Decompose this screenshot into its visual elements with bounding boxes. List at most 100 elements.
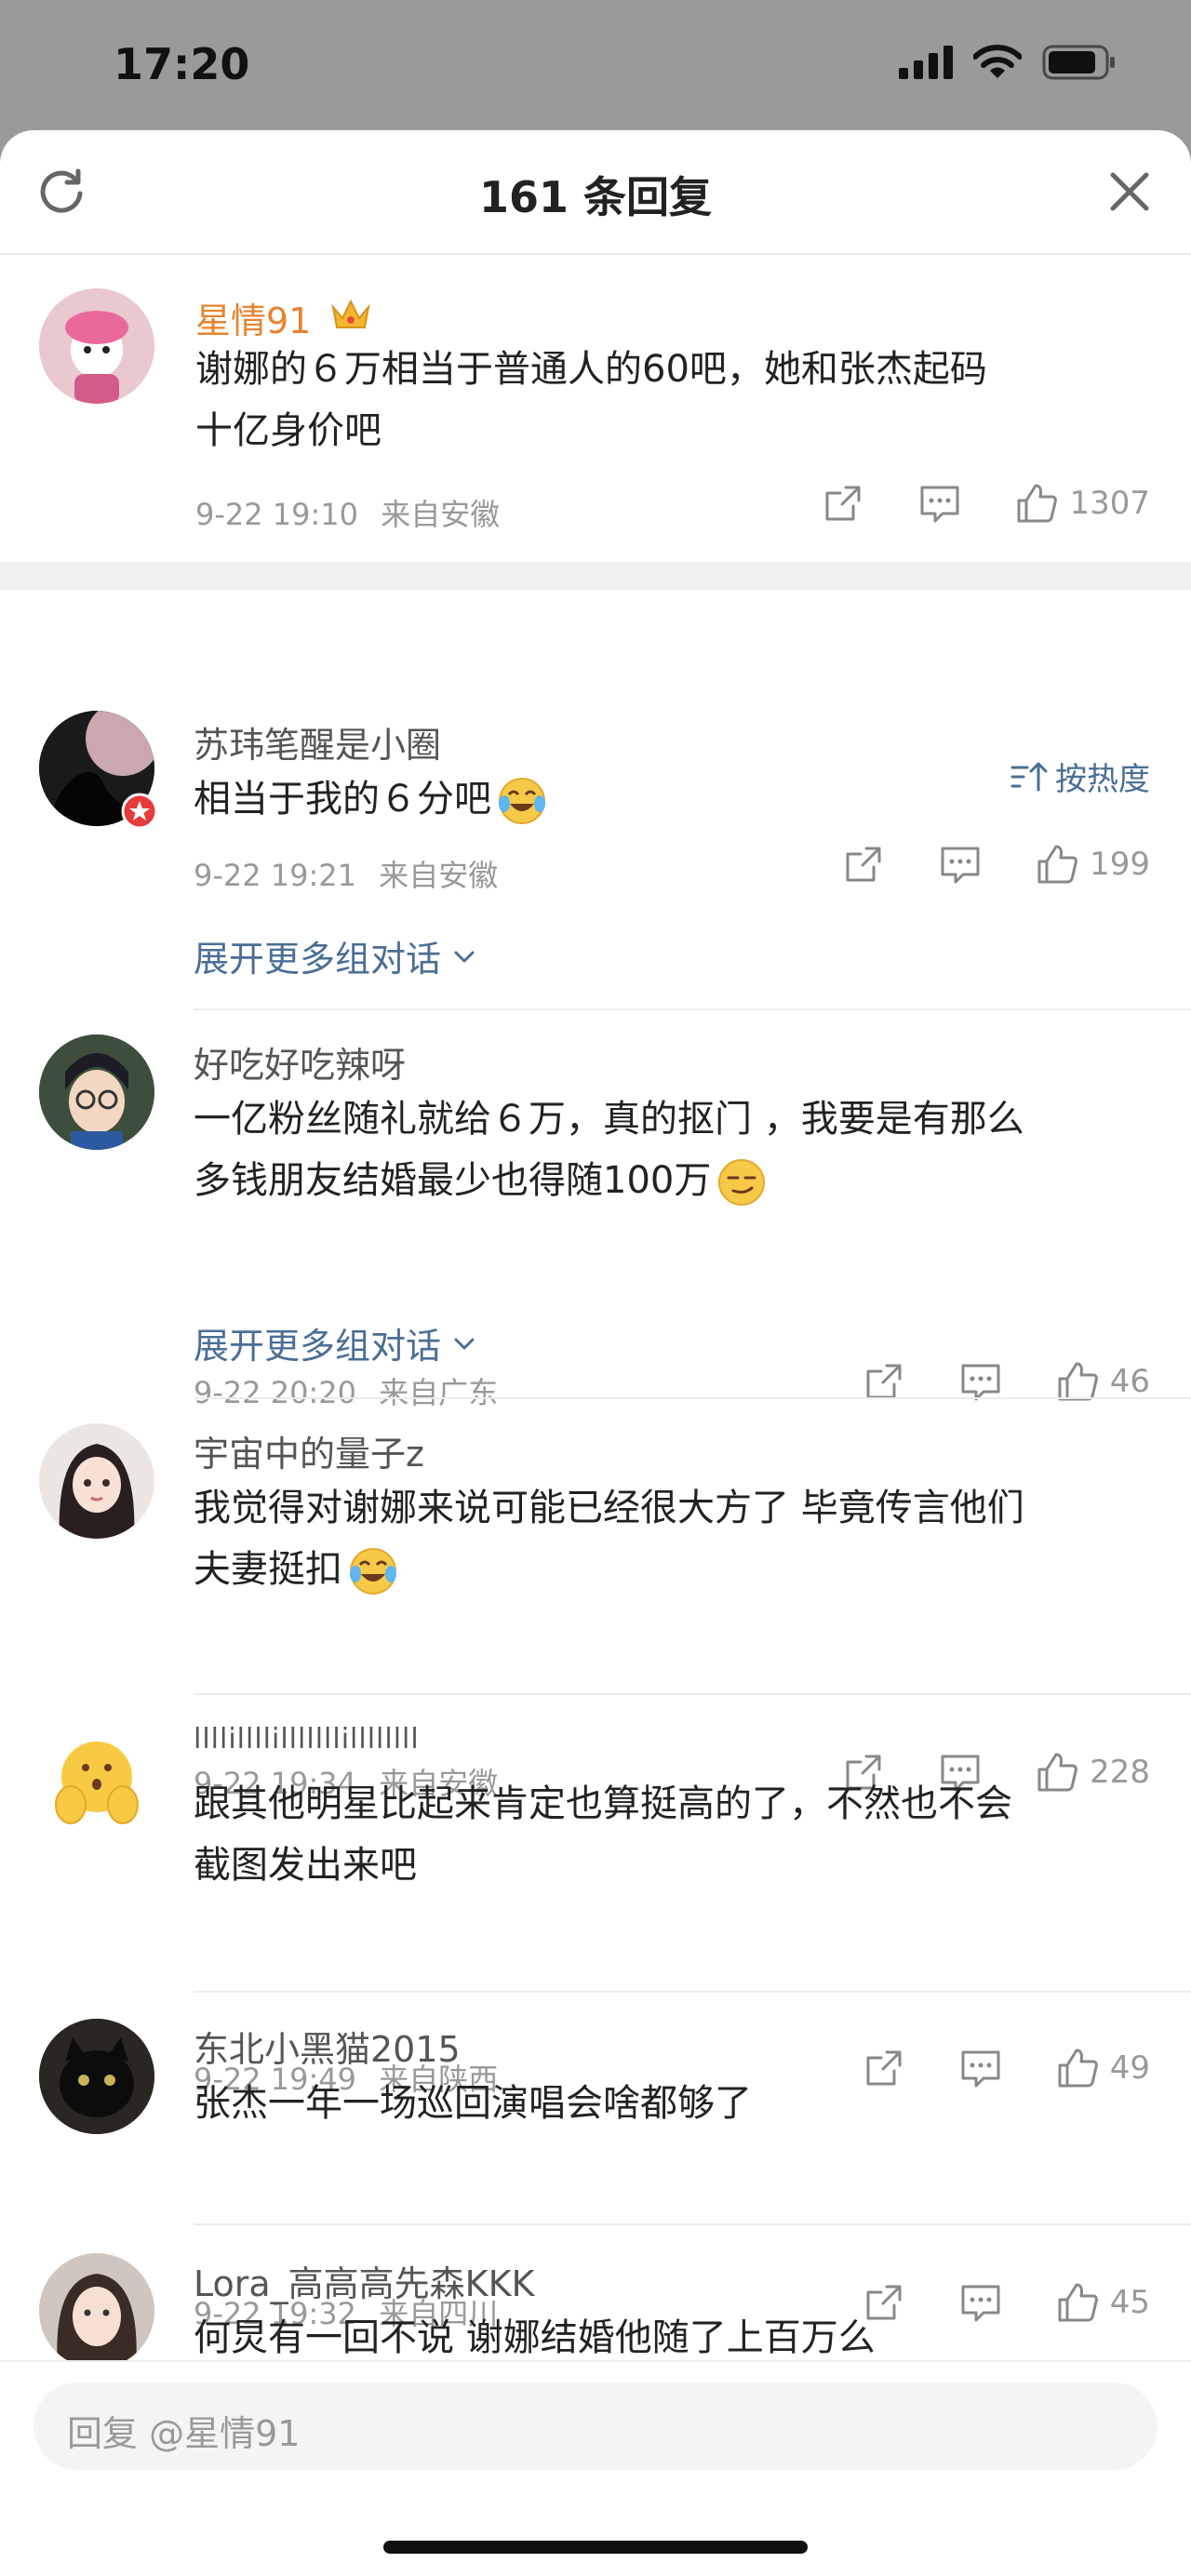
expand-conversation-button[interactable]: 展开更多组对话 bbox=[194, 1317, 478, 1368]
reply-text-line1: 跟其他明星比起来肯定也算挺高的了，不然也不会 bbox=[194, 1782, 1012, 1825]
avatar[interactable] bbox=[39, 2253, 154, 2369]
home-indicator bbox=[383, 2541, 808, 2554]
laughing-tears-emoji-icon bbox=[499, 778, 545, 824]
comment-time: 9-22 19:21 bbox=[194, 858, 357, 893]
reply-actions: 199 bbox=[842, 843, 1150, 886]
status-icons bbox=[899, 45, 1117, 80]
like-count: 1307 bbox=[1069, 485, 1150, 522]
like-count: 49 bbox=[1109, 2049, 1150, 2087]
replies-sheet: 161 条回复 星情91 谢娜的６万相当于普通人的60吧，她和张杰起码 十亿身价… bbox=[0, 130, 1191, 2576]
root-comment-text: 谢娜的６万相当于普通人的60吧，她和张杰起码 十亿身价吧 bbox=[195, 339, 1154, 461]
reply-text-line1: 一亿粉丝随礼就给６万，真的抠门 ，我要是有那么 bbox=[194, 1098, 1024, 1141]
expand-label: 展开更多组对话 bbox=[194, 1326, 442, 1367]
thumbs-up-icon bbox=[1037, 845, 1077, 884]
sheet-header: 161 条回复 bbox=[0, 130, 1191, 255]
reply-actions: 49 bbox=[863, 2047, 1150, 2089]
reply-actions: 45 bbox=[863, 2281, 1150, 2324]
verified-badge-icon bbox=[121, 793, 158, 830]
chevron-down-icon bbox=[454, 1338, 475, 1349]
sort-label: 按热度 bbox=[1055, 761, 1150, 798]
reply-username[interactable]: 东北小黑猫2015 bbox=[194, 2021, 461, 2072]
thumbs-up-icon bbox=[1058, 2049, 1098, 2088]
comment-location: 来自安徽 bbox=[381, 497, 501, 532]
avatar-image bbox=[39, 1721, 154, 1836]
divider bbox=[194, 1991, 1191, 1993]
smirk-emoji-icon bbox=[718, 1159, 766, 1206]
like-button[interactable]: 199 bbox=[1036, 843, 1150, 886]
reply-username[interactable]: 好吃好吃辣呀 bbox=[194, 1036, 406, 1088]
root-comment-meta: 9-22 19:10 来自安徽 bbox=[195, 491, 500, 534]
expand-conversation-button[interactable]: 展开更多组对话 bbox=[194, 930, 478, 981]
avatar[interactable] bbox=[39, 288, 154, 404]
comment-location: 来自广东 bbox=[379, 1375, 499, 1410]
reply-username[interactable]: Lora_高高高先森KKK bbox=[194, 2255, 534, 2306]
avatar-image bbox=[39, 288, 154, 404]
root-username[interactable]: 星情91 bbox=[195, 292, 311, 343]
reply-meta: 9-22 20:20 来自广东 bbox=[194, 1369, 498, 1412]
like-button[interactable]: 1307 bbox=[1015, 482, 1150, 525]
avatar[interactable] bbox=[39, 1423, 154, 1539]
comment-time: 9-22 19:10 bbox=[195, 497, 359, 532]
avatar[interactable] bbox=[39, 1034, 154, 1150]
avatar-image bbox=[39, 2019, 154, 2134]
thumbs-up-icon bbox=[1017, 484, 1058, 523]
status-time: 17:20 bbox=[114, 39, 250, 89]
like-button[interactable]: 45 bbox=[1056, 2281, 1150, 2324]
comment-time: 9-22 20:20 bbox=[194, 1375, 357, 1410]
reply-text: 相当于我的６分吧 bbox=[194, 768, 547, 830]
avatar-image bbox=[39, 2253, 154, 2369]
like-count: 46 bbox=[1109, 1363, 1150, 1400]
comment-icon[interactable] bbox=[959, 2047, 1002, 2089]
like-count: 45 bbox=[1109, 2284, 1150, 2321]
reply-username[interactable]: 苏玮笔醒是小圈 bbox=[194, 716, 441, 767]
sort-by-hot-button[interactable]: 按热度 bbox=[1010, 754, 1150, 799]
reply-meta: 9-22 19:21 来自安徽 bbox=[194, 852, 498, 895]
cellular-signal-icon bbox=[899, 46, 953, 79]
reply-placeholder: 回复 @星情91 bbox=[67, 2413, 301, 2454]
reply-text: 一亿粉丝随礼就给６万，真的抠门 ，我要是有那么 多钱朋友结婚最少也得随100万 bbox=[194, 1088, 1161, 1211]
divider bbox=[194, 1397, 1191, 1399]
sort-icon bbox=[1010, 762, 1048, 791]
avatar-image bbox=[39, 1423, 154, 1539]
expand-label: 展开更多组对话 bbox=[194, 939, 442, 980]
comment-icon[interactable] bbox=[939, 843, 982, 886]
share-icon[interactable] bbox=[863, 2047, 905, 2089]
status-bar: 17:20 bbox=[0, 0, 1191, 130]
battery-icon bbox=[1042, 45, 1115, 80]
root-comment-line1: 谢娜的６万相当于普通人的60吧，她和张杰起码 bbox=[195, 348, 987, 391]
divider bbox=[194, 1008, 1191, 1010]
reply-username[interactable]: llllillllilllllllillllllll bbox=[194, 1723, 420, 1755]
like-count: 199 bbox=[1090, 846, 1150, 883]
comment-icon[interactable] bbox=[918, 482, 961, 525]
comment-location: 来自安徽 bbox=[379, 858, 499, 893]
chevron-down-icon bbox=[454, 951, 475, 962]
page-title: 161 条回复 bbox=[478, 172, 713, 222]
share-icon[interactable] bbox=[842, 843, 885, 886]
reply-input[interactable]: 回复 @星情91 bbox=[33, 2382, 1158, 2470]
reply-text: 我觉得对谢娜来说可能已经很大方了 毕竟传言他们 夫妻挺扣 bbox=[194, 1477, 1161, 1600]
reply-text-line1: 相当于我的６分吧 bbox=[194, 778, 491, 821]
reply-text-line1: 我觉得对谢娜来说可能已经很大方了 毕竟传言他们 bbox=[194, 1487, 1024, 1529]
reply-text-line1: 张杰一年一场巡回演唱会啥都够了 bbox=[194, 2082, 752, 2125]
section-divider bbox=[0, 562, 1191, 590]
avatar[interactable] bbox=[39, 2019, 154, 2134]
divider bbox=[194, 2223, 1191, 2225]
reply-text: 张杰一年一场巡回演唱会啥都够了 bbox=[194, 2073, 752, 2134]
bottom-reply-bar: 回复 @星情91 bbox=[0, 2360, 1191, 2576]
reply-username[interactable]: 宇宙中的量子z bbox=[194, 1425, 424, 1476]
root-comment-actions: 1307 bbox=[822, 482, 1150, 525]
reply-text: 跟其他明星比起来肯定也算挺高的了，不然也不会 截图发出来吧 bbox=[194, 1773, 1161, 1896]
crown-badge-icon bbox=[331, 299, 370, 328]
avatar-image bbox=[39, 1034, 154, 1150]
share-icon[interactable] bbox=[822, 482, 864, 525]
like-button[interactable]: 49 bbox=[1056, 2047, 1150, 2089]
close-icon[interactable] bbox=[1105, 167, 1154, 216]
root-comment-line2: 十亿身价吧 bbox=[195, 409, 381, 452]
divider bbox=[194, 1693, 1191, 1695]
laughing-tears-emoji-icon bbox=[350, 1548, 396, 1595]
root-comment: 星情91 谢娜的６万相当于普通人的60吧，她和张杰起码 十亿身价吧 9-22 1… bbox=[0, 255, 1191, 562]
reply-text-line2: 夫妻挺扣 bbox=[194, 1548, 342, 1591]
reply-text-line2: 多钱朋友结婚最少也得随100万 bbox=[194, 1159, 712, 1202]
avatar[interactable] bbox=[39, 1721, 154, 1836]
comment-icon[interactable] bbox=[959, 2281, 1002, 2324]
